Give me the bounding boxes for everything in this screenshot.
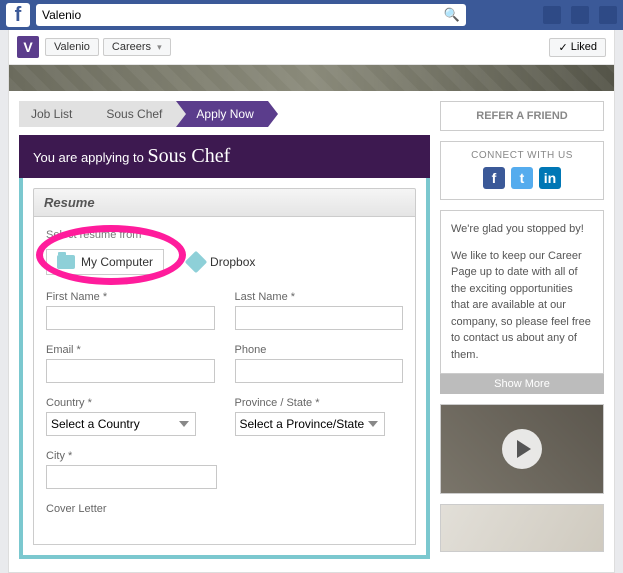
apply-banner-prefix: You are applying to [33,150,147,165]
cover-photo [9,65,614,91]
facebook-search-input[interactable] [42,8,444,22]
province-select[interactable]: Select a Province/State [235,412,385,436]
apply-banner-job: Sous Chef [147,145,230,167]
notifications-icon[interactable] [599,6,617,24]
email-label: Email * [46,344,215,356]
facebook-social-icon[interactable]: f [483,167,505,189]
connect-box: CONNECT WITH US f t in [440,141,604,200]
connect-header: CONNECT WITH US [441,142,603,161]
select-resume-from-label: Select resume from [46,229,403,241]
last-name-label: Last Name * [235,291,404,303]
friend-requests-icon[interactable] [543,6,561,24]
breadcrumb: Job List Sous Chef Apply Now [19,101,430,127]
cover-letter-label: Cover Letter [46,503,403,515]
search-icon[interactable]: 🔍 [444,7,460,23]
first-name-label: First Name * [46,291,215,303]
careers-tab[interactable]: Careers ▾ [103,38,171,56]
facebook-search[interactable]: 🔍 [36,4,466,26]
check-icon: ✓ [558,41,567,54]
image-thumbnail[interactable] [440,504,604,552]
city-label: City * [46,450,217,462]
phone-input[interactable] [235,359,404,383]
play-icon [502,429,542,469]
apply-banner: You are applying to Sous Chef [19,135,430,178]
welcome-body: We like to keep our Career Page up to da… [451,248,593,364]
application-form: Resume Select resume from My Computer Dr… [19,178,430,559]
first-name-input[interactable] [46,306,215,330]
welcome-box: We're glad you stopped by! We like to ke… [440,210,604,374]
my-computer-label: My Computer [81,255,153,269]
country-select[interactable]: Select a Country [46,412,196,436]
twitter-social-icon[interactable]: t [511,167,533,189]
country-label: Country * [46,397,215,409]
city-input[interactable] [46,465,217,489]
breadcrumb-job-title[interactable]: Sous Chef [86,101,176,127]
breadcrumb-job-list[interactable]: Job List [19,101,86,127]
province-label: Province / State * [235,397,404,409]
messages-icon[interactable] [571,6,589,24]
careers-tab-label: Careers [112,41,151,53]
show-more-button[interactable]: Show More [440,374,604,394]
sidebar: REFER A FRIEND CONNECT WITH US f t in We… [440,101,604,562]
resume-section-header: Resume [33,188,416,217]
phone-label: Phone [235,344,404,356]
page-container: V Valenio Careers ▾ ✓ Liked Job List Sou… [8,30,615,573]
main-column: Job List Sous Chef Apply Now You are app… [19,101,430,559]
facebook-top-bar: f 🔍 [0,0,623,30]
upload-my-computer-button[interactable]: My Computer [46,249,164,275]
liked-label: Liked [571,41,597,53]
liked-button[interactable]: ✓ Liked [549,38,606,57]
video-thumbnail[interactable] [440,404,604,494]
folder-icon [57,255,75,269]
linkedin-social-icon[interactable]: in [539,167,561,189]
facebook-notif-area [543,6,617,24]
refer-a-friend-button[interactable]: REFER A FRIEND [440,101,604,131]
dropbox-icon [185,251,208,274]
page-header-bar: V Valenio Careers ▾ ✓ Liked [9,30,614,65]
dropbox-label: Dropbox [210,255,255,269]
breadcrumb-apply-now: Apply Now [176,101,267,127]
chevron-down-icon: ▾ [157,42,162,52]
page-app-icon[interactable]: V [17,36,39,58]
welcome-line1: We're glad you stopped by! [451,221,593,238]
page-name-tab[interactable]: Valenio [45,38,99,56]
email-input[interactable] [46,359,215,383]
resume-upload-row: My Computer Dropbox [46,249,403,275]
facebook-logo-icon[interactable]: f [6,3,30,27]
last-name-input[interactable] [235,306,404,330]
upload-dropbox-button[interactable]: Dropbox [178,249,265,275]
